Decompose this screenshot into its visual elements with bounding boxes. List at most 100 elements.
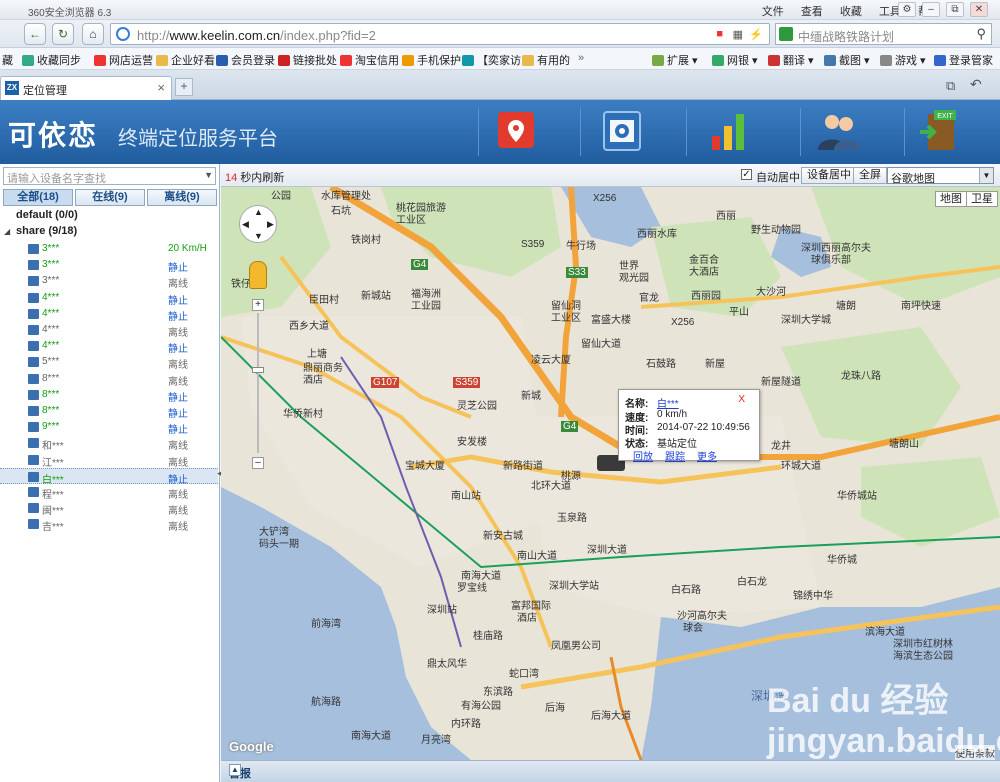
skin-icon[interactable]: ⚙ xyxy=(898,2,916,17)
tab-online[interactable]: 在线(9) xyxy=(75,189,145,206)
street-view-pegman-icon[interactable] xyxy=(249,261,267,289)
device-row[interactable]: 9*** 静止 xyxy=(0,419,218,436)
map-label: 蛇口湾 xyxy=(509,669,539,680)
menu-view[interactable]: 查看 xyxy=(801,6,823,18)
map-type-map-button[interactable]: 地图 xyxy=(935,191,967,207)
close-window-button[interactable]: ✕ xyxy=(970,2,988,17)
fullscreen-button[interactable]: 全屏 xyxy=(853,167,887,184)
device-row[interactable]: 8*** 静止 xyxy=(0,387,218,404)
users-icon[interactable] xyxy=(812,106,864,158)
menu-favorites[interactable]: 收藏 xyxy=(840,6,862,18)
device-row[interactable]: 4*** 静止 xyxy=(0,306,218,323)
menu-file[interactable]: 文件 xyxy=(762,6,784,18)
device-row[interactable]: 4*** 静止 xyxy=(0,290,218,307)
device-row[interactable]: 4*** 离线 xyxy=(0,322,218,339)
home-button[interactable]: ⌂ xyxy=(82,23,104,45)
device-row[interactable]: 8*** 离线 xyxy=(0,371,218,388)
bolt-icon[interactable]: ⚡ xyxy=(749,28,763,41)
settings-gear-icon[interactable] xyxy=(596,106,648,158)
zoom-out-button[interactable]: – xyxy=(252,457,264,469)
map-canvas[interactable]: 公园 水库管理处 石坑 桃花园旅游 工业区 铁岗村 X256 S359 牛行场 … xyxy=(221,187,1000,760)
device-row[interactable]: 和*** 离线 xyxy=(0,435,218,452)
device-row[interactable]: 3*** 静止 xyxy=(0,257,218,274)
minimize-button[interactable]: – xyxy=(922,2,940,17)
screenshot-menu[interactable]: 截图 ▾ xyxy=(824,52,870,68)
chevron-down-icon[interactable]: ▼ xyxy=(979,168,993,183)
favorite-item[interactable]: 【奕家访 xyxy=(462,52,521,68)
favorite-item[interactable]: 网店运营 xyxy=(94,52,153,68)
pan-down-icon[interactable]: ▼ xyxy=(254,231,263,241)
bar-chart-icon[interactable] xyxy=(702,106,754,158)
extensions-menu[interactable]: 扩展 ▾ xyxy=(652,52,698,68)
expand-arrow-icon[interactable]: ◢ xyxy=(4,227,10,236)
back-button[interactable]: ← xyxy=(24,23,46,45)
favorite-item[interactable]: 藏 xyxy=(2,52,13,68)
favorite-item[interactable]: 链接批处 xyxy=(278,52,337,68)
tab-all[interactable]: 全部(18) xyxy=(3,189,73,206)
map-pan-control[interactable]: ▲ ▼ ◀ ▶ xyxy=(239,205,277,243)
exit-door-icon[interactable]: EXIT xyxy=(916,106,968,158)
chevron-right-icon[interactable]: » xyxy=(578,52,584,64)
translate-menu[interactable]: 翻译 ▾ xyxy=(768,52,814,68)
alarm-bar[interactable]: 警报 ▲ xyxy=(221,760,1000,782)
device-row[interactable]: 江*** 离线 xyxy=(0,452,218,469)
map-pin-icon[interactable] xyxy=(490,106,542,158)
address-bar[interactable]: http://www.keelin.com.cn/index.php?fid=2… xyxy=(110,23,770,45)
zoom-in-button[interactable]: + xyxy=(252,299,264,311)
device-row[interactable]: 白*** 静止 xyxy=(0,467,218,486)
search-icon[interactable]: ⚲ xyxy=(976,26,986,42)
close-tab-icon[interactable]: × xyxy=(157,80,165,95)
auto-center-checkbox[interactable]: ✓ xyxy=(741,169,752,180)
group-share[interactable]: share (9/18) xyxy=(16,225,77,237)
zoom-slider-track[interactable] xyxy=(257,313,259,453)
restore-button[interactable]: ⧉ xyxy=(946,2,964,17)
popup-playback-link[interactable]: 回放 xyxy=(633,448,653,463)
map-provider-select[interactable]: 谷歌地图 ▼ xyxy=(887,167,994,185)
favorite-item[interactable]: 有用的 xyxy=(522,52,570,68)
device-row[interactable]: 8*** 静止 xyxy=(0,403,218,420)
device-row[interactable]: 闽*** 离线 xyxy=(0,500,218,517)
device-icon xyxy=(28,357,39,368)
device-search-input[interactable]: 请输入设备名字查找 ▼ xyxy=(3,167,216,185)
device-row[interactable]: 3*** 20 Km/H xyxy=(0,241,218,257)
map-label: 球俱乐部 xyxy=(811,255,851,266)
bank-menu[interactable]: 网银 ▾ xyxy=(712,52,758,68)
tab-location-management[interactable]: ZX 定位管理 × xyxy=(0,76,172,100)
favorite-item[interactable]: 淘宝信用 xyxy=(340,52,399,68)
favorite-item[interactable]: 收藏同步 xyxy=(22,52,81,68)
zoom-slider-thumb[interactable] xyxy=(252,367,264,373)
search-engine-icon[interactable] xyxy=(779,27,793,41)
search-box[interactable]: 中缅战略铁路计划 ⚲ xyxy=(775,23,992,45)
favorite-item[interactable]: 手机保护 xyxy=(402,52,461,68)
device-row[interactable]: 吉*** 离线 xyxy=(0,516,218,533)
map-label: 上塘 xyxy=(307,349,327,360)
tab-offline[interactable]: 离线(9) xyxy=(147,189,217,206)
pan-up-icon[interactable]: ▲ xyxy=(254,207,263,217)
device-row[interactable]: 5*** 离线 xyxy=(0,354,218,371)
undo-icon[interactable]: ↶ xyxy=(970,76,982,93)
popup-track-link[interactable]: 跟踪 xyxy=(665,448,685,463)
pan-left-icon[interactable]: ◀ xyxy=(242,219,249,230)
favorite-item[interactable]: 企业好看 xyxy=(156,52,215,68)
device-name: 4*** xyxy=(42,340,60,352)
device-row[interactable]: 3*** 离线 xyxy=(0,273,218,290)
app-icon[interactable]: ■ xyxy=(716,28,723,40)
games-menu[interactable]: 游戏 ▾ xyxy=(880,52,926,68)
map-type-satellite-button[interactable]: 卫星 xyxy=(966,191,998,207)
window-list-icon[interactable]: ⧉ xyxy=(946,78,955,94)
new-tab-button[interactable]: + xyxy=(175,78,193,96)
pan-right-icon[interactable]: ▶ xyxy=(267,219,274,230)
device-row[interactable]: 4*** 静止 xyxy=(0,338,218,355)
popup-name-link[interactable]: 白*** xyxy=(657,395,679,410)
device-row[interactable]: 程*** 离线 xyxy=(0,484,218,501)
center-device-button[interactable]: 设备居中 xyxy=(801,167,857,184)
popup-more-link[interactable]: 更多 xyxy=(697,448,717,463)
chevron-down-icon[interactable]: ▼ xyxy=(204,170,213,180)
favorite-item[interactable]: 会员登录 xyxy=(216,52,275,68)
login-manager[interactable]: 登录管家 xyxy=(934,52,993,68)
expand-alarm-icon[interactable]: ▲ xyxy=(229,764,241,776)
popup-close-button[interactable]: X xyxy=(738,394,745,405)
refresh-button[interactable]: ↻ xyxy=(52,23,74,45)
qr-code-icon[interactable]: ▦ xyxy=(733,28,743,41)
group-default[interactable]: default (0/0) xyxy=(16,209,78,221)
